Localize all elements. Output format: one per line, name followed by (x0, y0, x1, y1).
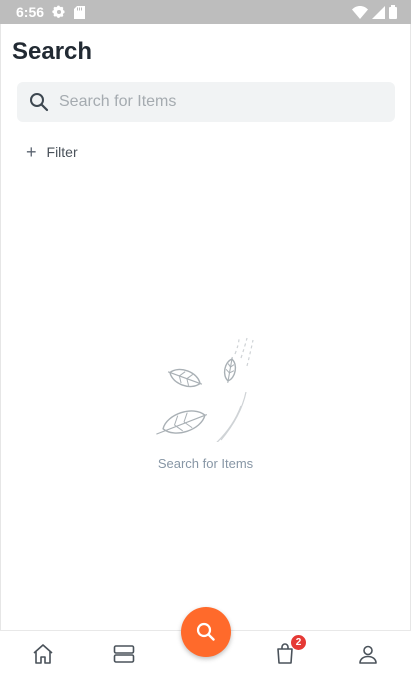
page-title: Search (12, 38, 93, 65)
battery-icon (389, 5, 397, 19)
plus-icon: + (26, 142, 37, 162)
nav-account-button[interactable] (355, 641, 381, 667)
home-icon (33, 644, 53, 664)
search-fab-button[interactable] (181, 607, 231, 657)
filter-button[interactable]: + Filter (26, 141, 78, 163)
status-bar: 6:56 (0, 0, 411, 24)
browse-icon (113, 645, 135, 663)
search-bar[interactable] (17, 82, 395, 122)
empty-state: Search for Items (0, 336, 411, 471)
status-time: 6:56 (16, 4, 45, 20)
falling-leaves-illustration (155, 337, 254, 442)
empty-state-text: Search for Items (157, 456, 254, 471)
filter-label: Filter (46, 144, 78, 160)
cart-badge: 2 (291, 635, 306, 650)
sd-card-icon (74, 5, 86, 19)
search-input[interactable] (59, 93, 359, 111)
search-icon (29, 92, 49, 112)
wifi-icon (352, 5, 368, 19)
settings-icon (52, 5, 66, 19)
account-icon (359, 645, 377, 664)
nav-browse-button[interactable] (111, 641, 137, 667)
status-right-group (352, 5, 397, 19)
nav-home-button[interactable] (30, 641, 56, 667)
search-icon (196, 622, 215, 641)
nav-cart-button[interactable]: 2 (272, 635, 306, 667)
signal-icon (372, 5, 385, 19)
status-left-group: 6:56 (16, 4, 86, 20)
